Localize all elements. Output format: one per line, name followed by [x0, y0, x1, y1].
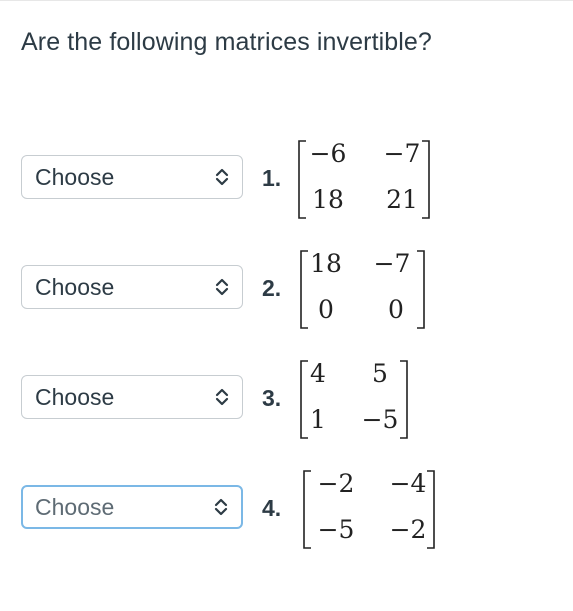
- matrix-1: −6 −7 18 21: [298, 139, 430, 219]
- matrix-cell: 18: [312, 185, 344, 214]
- chevron-up-down-icon: [215, 168, 229, 186]
- top-divider: [0, 0, 573, 1]
- right-bracket: [422, 140, 430, 219]
- left-bracket: [298, 140, 306, 219]
- matrix-cell: −6: [310, 139, 347, 168]
- matrix-cell: 5: [372, 359, 388, 388]
- answer-select-1[interactable]: Choose: [21, 155, 243, 199]
- chevron-up-down-icon: [215, 278, 229, 296]
- question-item-3: Choose 3. 4 5 1 −5: [0, 350, 573, 450]
- matrix-cell: 21: [386, 185, 418, 214]
- matrix-cell: −5: [318, 515, 355, 544]
- left-bracket: [300, 360, 308, 439]
- question-item-2: Choose 2. 18 −7 0 0: [0, 240, 573, 340]
- matrix-cell: 1: [310, 405, 326, 434]
- right-bracket: [417, 250, 425, 329]
- matrix-cell: 0: [318, 295, 334, 324]
- item-number: 2.: [262, 275, 282, 301]
- matrix-cell: 18: [310, 249, 342, 278]
- select-value: Choose: [35, 273, 115, 300]
- select-value: Choose: [35, 493, 115, 520]
- matrix-3: 4 5 1 −5: [300, 359, 408, 439]
- matrix-cell: 0: [388, 295, 404, 324]
- answer-select-3[interactable]: Choose: [21, 375, 243, 419]
- matrix-cell: −4: [390, 469, 427, 498]
- chevron-up-down-icon: [214, 498, 228, 516]
- chevron-up-down-icon: [215, 388, 229, 406]
- right-bracket: [400, 360, 408, 439]
- matrix-cell: −2: [318, 469, 355, 498]
- select-value: Choose: [35, 163, 115, 190]
- item-number: 1.: [262, 165, 282, 191]
- left-bracket: [300, 250, 308, 329]
- matrix-cell: 4: [310, 359, 326, 388]
- select-value: Choose: [35, 383, 115, 410]
- matrix-4: −2 −4 −5 −2: [303, 469, 435, 549]
- question-text: Are the following matrices invertible?: [21, 28, 432, 56]
- question-item-4: Choose 4. −2 −4 −5 −2: [0, 460, 573, 560]
- item-number: 3.: [262, 385, 282, 411]
- answer-select-4[interactable]: Choose: [21, 485, 243, 529]
- matrix-2: 18 −7 0 0: [300, 249, 425, 329]
- question-item-1: Choose 1. −6 −7 18 21: [0, 130, 573, 230]
- matrix-cell: −2: [390, 515, 427, 544]
- left-bracket: [303, 470, 311, 549]
- matrix-cell: −5: [362, 405, 399, 434]
- matrix-cell: −7: [374, 249, 411, 278]
- answer-select-2[interactable]: Choose: [21, 265, 243, 309]
- item-number: 4.: [262, 495, 282, 521]
- matrix-cell: −7: [384, 139, 421, 168]
- right-bracket: [427, 470, 435, 549]
